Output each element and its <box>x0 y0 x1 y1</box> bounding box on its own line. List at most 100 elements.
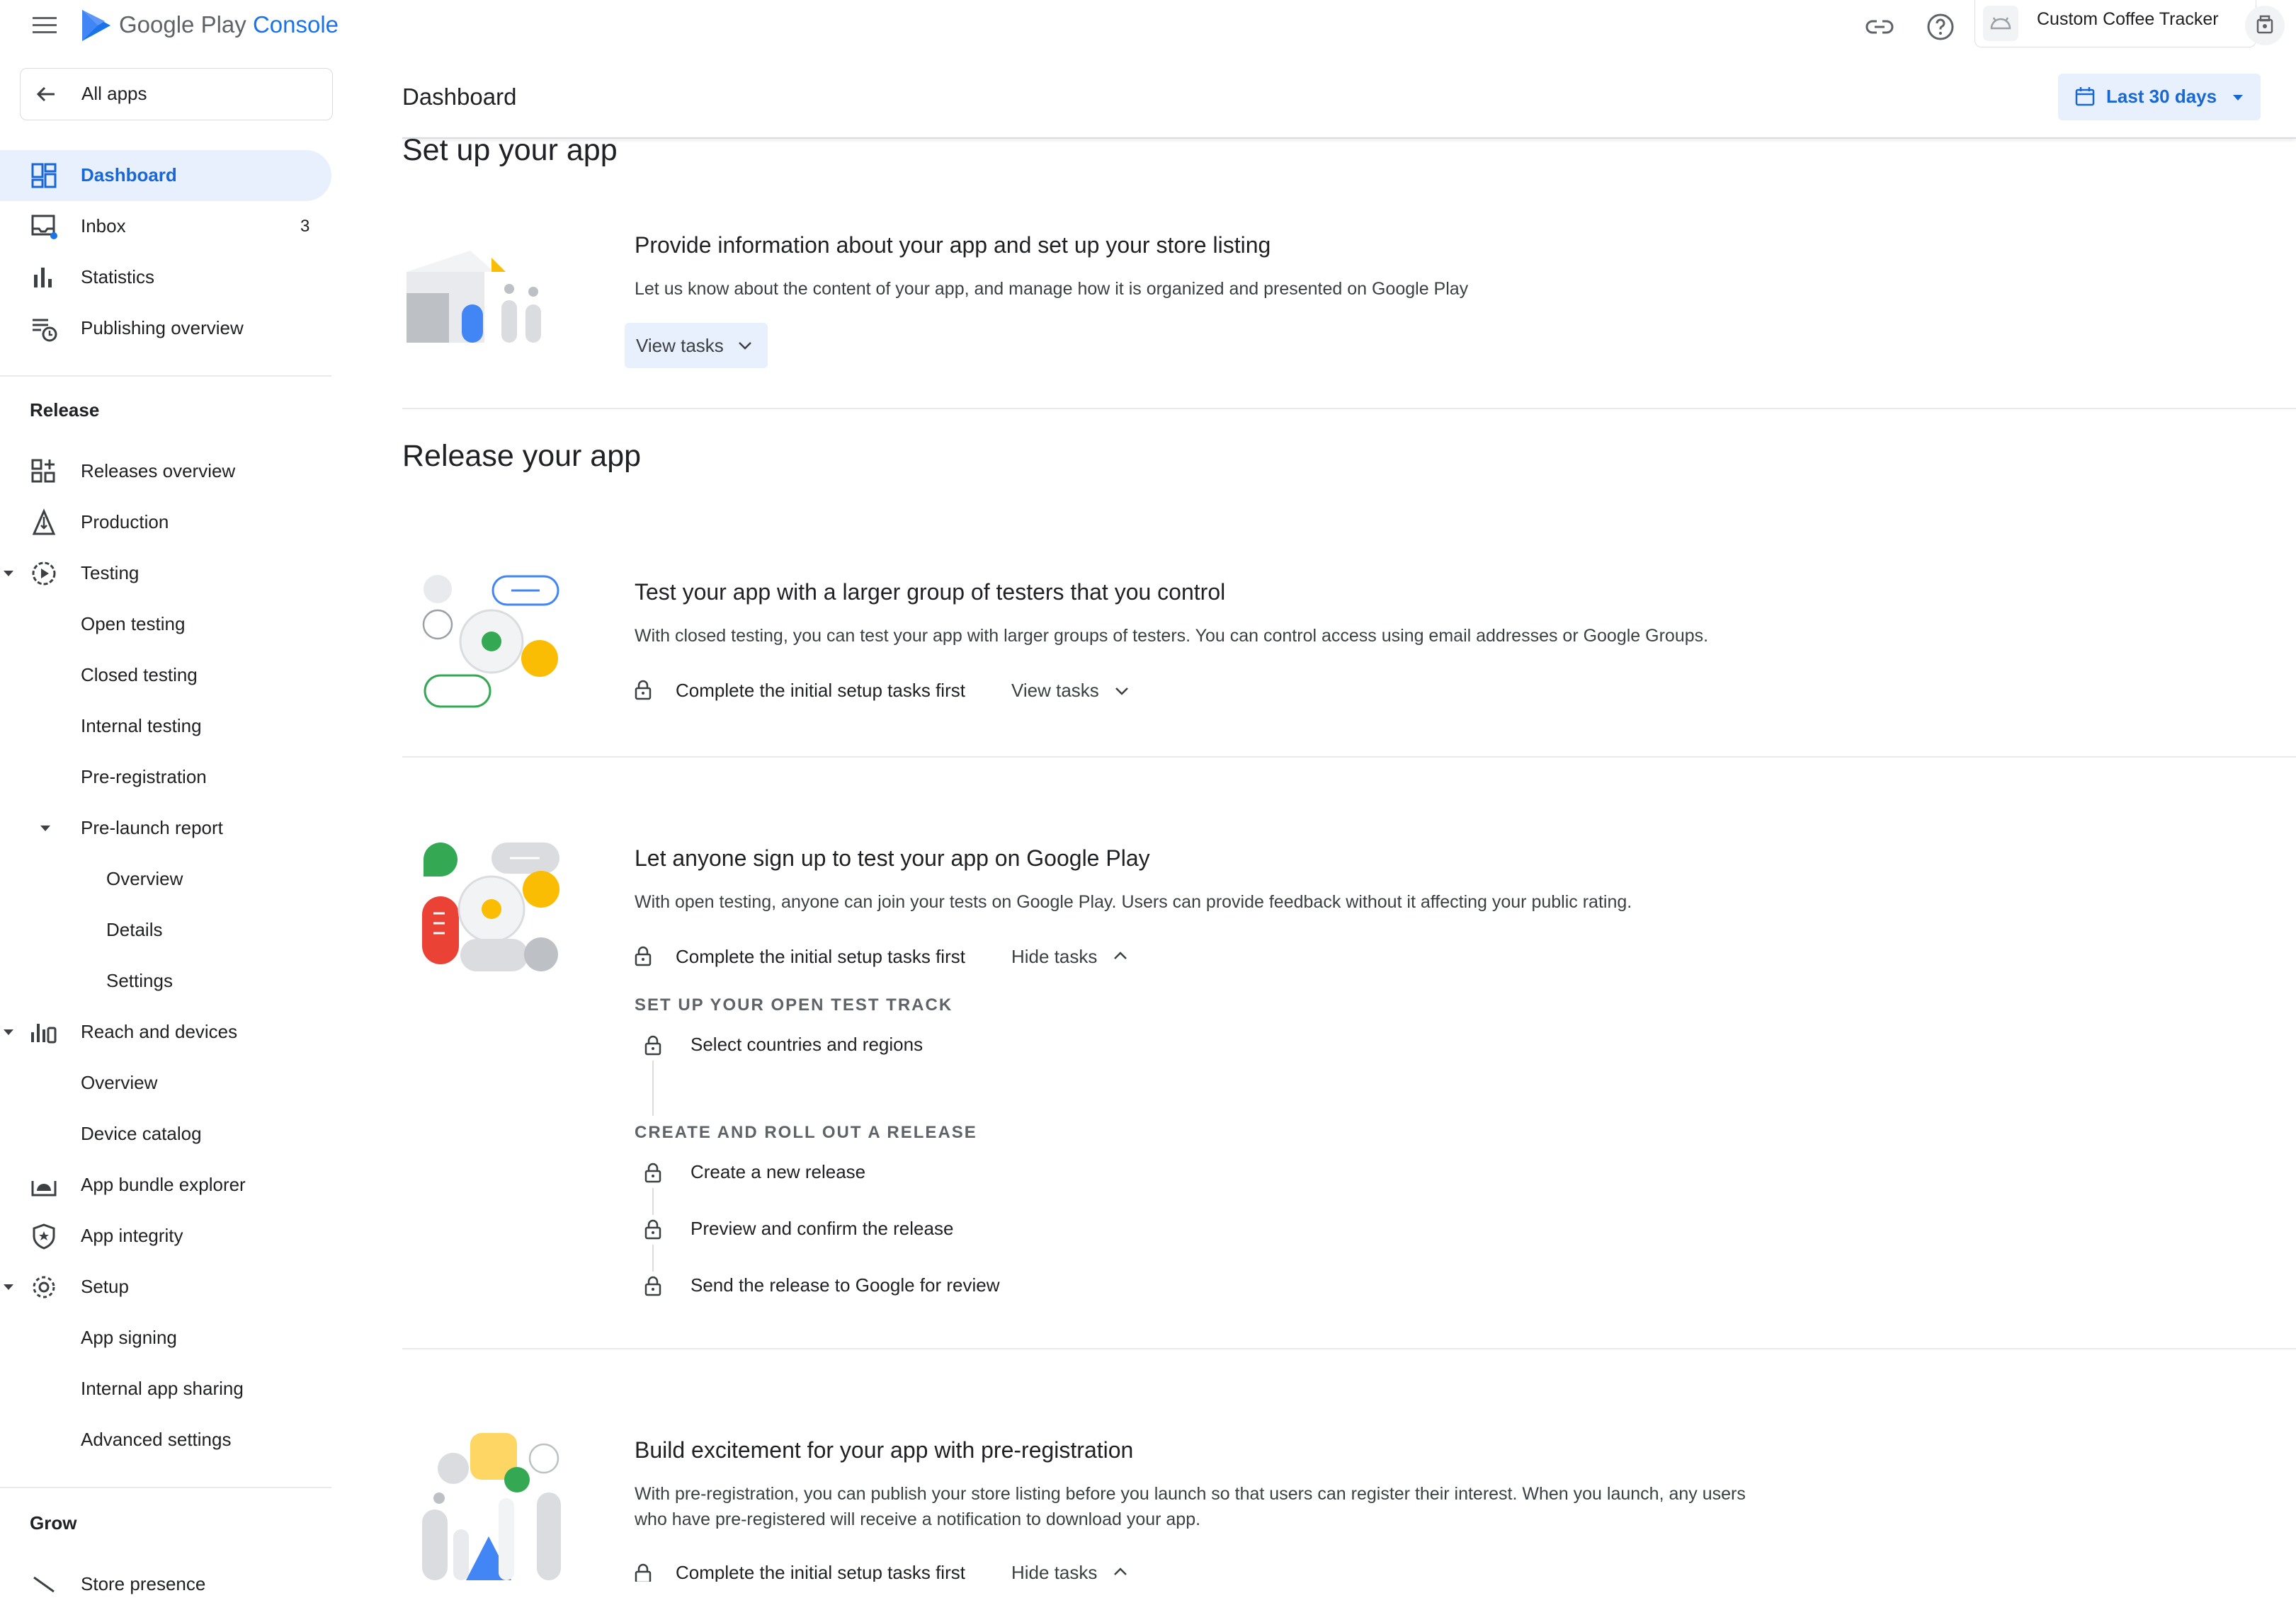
play-circle-icon <box>30 559 58 588</box>
sidebar-item-label: Store presence <box>81 1573 206 1594</box>
arrow-back-icon <box>33 81 59 107</box>
sidebar-item-label: Overview <box>106 868 183 889</box>
lock-text: Complete the initial setup tasks first <box>676 680 965 701</box>
chevron-down-icon <box>735 336 755 355</box>
shield-icon <box>30 1222 58 1250</box>
caret-down-icon[interactable] <box>1 566 16 581</box>
sidebar-item-prelaunch-settings[interactable]: Settings <box>0 956 331 1007</box>
sidebar-item-label: Open testing <box>81 613 186 634</box>
all-apps-button[interactable]: All apps <box>20 68 333 120</box>
all-apps-label: All apps <box>81 83 147 104</box>
sidebar-item-label: Internal testing <box>81 715 202 736</box>
product-name[interactable]: Google Play Console <box>119 11 339 38</box>
bar-chart-icon <box>30 263 58 292</box>
task-item[interactable]: Preview and confirm the release <box>690 1218 953 1240</box>
task-item[interactable]: Select countries and regions <box>690 1034 923 1056</box>
inbox-count-badge: 3 <box>300 217 310 236</box>
sidebar-item-releases-overview[interactable]: Releases overview <box>0 446 331 497</box>
sidebar-item-label: App integrity <box>81 1225 183 1246</box>
view-tasks-button[interactable]: View tasks <box>625 323 768 368</box>
sidebar-item-production[interactable]: Production <box>0 497 331 548</box>
lock-icon <box>642 1161 664 1184</box>
sidebar-item-label: Setup <box>81 1276 129 1297</box>
date-range-button[interactable]: Last 30 days <box>2058 74 2261 120</box>
sidebar-item-setup[interactable]: Setup <box>0 1262 331 1313</box>
setup-card-description: Let us know about the content of your ap… <box>635 279 1469 299</box>
open-testing-lock-text: Complete the initial setup tasks first <box>676 946 965 968</box>
page-title: Dashboard <box>402 84 517 110</box>
task-group-heading: CREATE AND ROLL OUT A RELEASE <box>635 1123 977 1142</box>
dashboard-icon <box>30 161 58 190</box>
schedule-list-icon <box>30 314 58 343</box>
dropdown-arrow-icon <box>2231 91 2245 105</box>
sidebar-item-app-signing[interactable]: App signing <box>0 1313 331 1364</box>
chevron-down-icon[interactable] <box>1112 681 1132 701</box>
closed-testing-title: Test your app with a larger group of tes… <box>635 579 1226 605</box>
bar-device-icon <box>30 1018 58 1046</box>
lock-icon <box>632 1562 654 1582</box>
caret-down-icon[interactable] <box>38 821 52 835</box>
chevron-up-icon[interactable] <box>1110 946 1130 966</box>
sidebar-item-internal-app-sharing[interactable]: Internal app sharing <box>0 1364 331 1415</box>
sidebar-item-testing[interactable]: Testing <box>0 548 331 599</box>
task-group-heading: SET UP YOUR OPEN TEST TRACK <box>635 995 953 1015</box>
pre-registration-title: Build excitement for your app with pre-r… <box>635 1437 1134 1463</box>
sidebar-item-label: Settings <box>106 970 173 991</box>
task-connector <box>652 1188 654 1215</box>
caret-down-icon[interactable] <box>1 1280 16 1294</box>
sidebar-item-label: Production <box>81 511 169 532</box>
sidebar-item-label: Testing <box>81 562 140 583</box>
sidebar-item-label: Publishing overview <box>81 317 244 338</box>
sidebar-item-reach-overview[interactable]: Overview <box>0 1058 331 1109</box>
sidebar-item-label: Dashboard <box>81 164 177 185</box>
header-divider <box>402 137 2296 139</box>
link-icon[interactable] <box>1863 10 1897 44</box>
account-avatar-icon[interactable] <box>2245 6 2285 45</box>
task-item[interactable]: Create a new release <box>690 1161 865 1183</box>
triangle-flag-icon <box>30 508 58 537</box>
sidebar-item-dashboard[interactable]: Dashboard <box>0 150 331 201</box>
store-presence-icon <box>30 1570 58 1599</box>
app-name[interactable]: Custom Coffee Tracker <box>2037 9 2219 30</box>
sidebar-item-pre-launch-report[interactable]: Pre-launch report <box>0 803 331 854</box>
help-icon[interactable] <box>1923 10 1957 44</box>
task-item[interactable]: Send the release to Google for review <box>690 1274 999 1296</box>
sidebar-item-app-integrity[interactable]: App integrity <box>0 1211 331 1262</box>
sidebar-item-label: App signing <box>81 1327 177 1348</box>
sidebar-item-store-presence[interactable]: Store presence <box>0 1559 331 1610</box>
sidebar-item-open-testing[interactable]: Open testing <box>0 599 331 650</box>
sidebar-item-device-catalog[interactable]: Device catalog <box>0 1109 331 1160</box>
sidebar-item-app-bundle-explorer[interactable]: App bundle explorer <box>0 1160 331 1211</box>
caret-down-icon[interactable] <box>1 1025 16 1039</box>
closed-testing-illustration <box>418 569 567 711</box>
open-testing-illustration <box>421 840 567 976</box>
task-connector <box>652 1061 654 1116</box>
sidebar-item-label: Reach and devices <box>81 1021 238 1042</box>
sidebar-item-pre-registration[interactable]: Pre-registration <box>0 752 331 803</box>
setup-card-title: Provide information about your app and s… <box>635 232 1271 258</box>
section-title-setup: Set up your app <box>402 133 618 167</box>
toggle-label: View tasks <box>1011 680 1099 701</box>
card-divider <box>402 756 2296 758</box>
closed-testing-view-tasks[interactable]: View tasks <box>1011 680 1099 702</box>
date-range-label: Last 30 days <box>2106 86 2217 107</box>
lock-icon <box>642 1034 664 1056</box>
open-testing-hide-tasks[interactable]: Hide tasks <box>1011 946 1097 968</box>
hamburger-menu-icon[interactable] <box>31 16 59 35</box>
section-title-grow: Grow <box>30 1512 77 1534</box>
google-play-logo-icon[interactable] <box>76 6 118 47</box>
sidebar-item-prelaunch-details[interactable]: Details <box>0 905 331 956</box>
sidebar-item-advanced-settings[interactable]: Advanced settings <box>0 1415 331 1466</box>
pre-registration-lock-text: Complete the initial setup tasks first <box>676 1562 965 1582</box>
lock-icon <box>632 944 654 967</box>
chevron-up-icon[interactable] <box>1110 1562 1130 1582</box>
sidebar-item-internal-testing[interactable]: Internal testing <box>0 701 331 752</box>
sidebar-item-prelaunch-overview[interactable]: Overview <box>0 854 331 905</box>
android-box-icon <box>30 1171 58 1199</box>
sidebar-item-statistics[interactable]: Statistics <box>0 252 331 303</box>
pre-registration-hide-tasks[interactable]: Hide tasks <box>1011 1562 1097 1582</box>
sidebar-item-inbox[interactable]: Inbox 3 <box>0 201 331 252</box>
sidebar-item-closed-testing[interactable]: Closed testing <box>0 650 331 701</box>
sidebar-item-reach-and-devices[interactable]: Reach and devices <box>0 1007 331 1058</box>
sidebar-item-publishing-overview[interactable]: Publishing overview <box>0 303 331 354</box>
